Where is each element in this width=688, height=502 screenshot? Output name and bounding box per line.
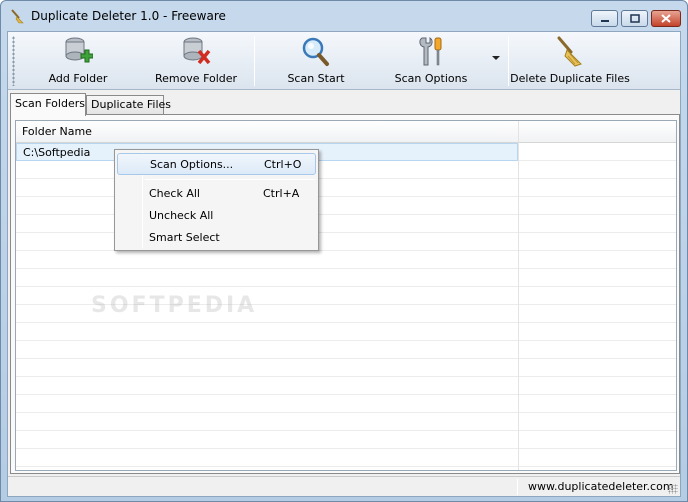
maximize-icon (629, 14, 640, 23)
scan-options-dropdown-icon[interactable] (492, 56, 500, 60)
toolbar-separator (254, 36, 255, 86)
table-row (16, 395, 676, 413)
status-bar: www.duplicatedeleter.com (8, 476, 680, 496)
maximize-button[interactable] (621, 10, 648, 27)
tools-icon (419, 37, 442, 66)
softpedia-watermark: SOFTPEDIA (91, 293, 258, 318)
minimize-icon (600, 19, 609, 22)
column-header-folder-name[interactable]: Folder Name (22, 125, 92, 138)
table-row (16, 413, 676, 431)
toolbar-grip[interactable] (12, 36, 15, 86)
minimize-button[interactable] (591, 10, 618, 27)
window-title: Duplicate Deleter 1.0 - Freeware (31, 9, 226, 23)
folder-path-cell: C:\Softpedia (23, 146, 91, 159)
table-row (16, 251, 676, 269)
tab-label: Duplicate Files (91, 98, 172, 111)
tab-duplicate-files[interactable]: Duplicate Files (86, 95, 171, 115)
delete-duplicates-label: Delete Duplicate Files (510, 72, 630, 85)
tab-scan-folders[interactable]: Scan Folders (10, 93, 86, 116)
broom-icon (557, 36, 582, 67)
close-icon (661, 14, 671, 23)
status-separator (517, 479, 518, 495)
resize-grip[interactable] (668, 484, 678, 494)
table-row (16, 377, 676, 395)
grid-header: Folder Name (16, 121, 676, 143)
toolbar: Add Folder Remove Folder Scan Start Scan… (8, 32, 680, 90)
context-menu: Scan Options... Ctrl+O Check All Ctrl+A … (114, 149, 319, 251)
table-row (16, 359, 676, 377)
menu-item-shortcut: Ctrl+O (264, 158, 302, 171)
menu-item-label: Check All (149, 187, 200, 200)
menu-item-shortcut: Ctrl+A (263, 187, 300, 200)
remove-folder-icon (183, 37, 211, 65)
menu-item-label: Scan Options... (150, 158, 234, 171)
delete-duplicates-button[interactable]: Delete Duplicate Files (510, 34, 630, 88)
add-folder-label: Add Folder (48, 72, 108, 85)
tab-panel: Folder Name C:\Softpedia SOFTPEDIA (10, 114, 680, 474)
menu-item-scan-options[interactable]: Scan Options... Ctrl+O (117, 153, 316, 175)
menu-item-uncheck-all[interactable]: Uncheck All (117, 205, 316, 227)
client-area: Add Folder Remove Folder Scan Start Scan… (7, 31, 681, 497)
menu-item-smart-select[interactable]: Smart Select (117, 227, 316, 249)
remove-folder-button[interactable]: Remove Folder (154, 34, 238, 88)
table-row (16, 269, 676, 287)
column-divider[interactable] (518, 121, 519, 470)
menu-separator (145, 179, 315, 180)
table-row (16, 341, 676, 359)
remove-folder-label: Remove Folder (154, 72, 238, 85)
scan-options-button[interactable]: Scan Options (394, 34, 468, 88)
toolbar-separator (508, 36, 509, 86)
table-row (16, 449, 676, 467)
close-button[interactable] (651, 10, 681, 27)
table-row (16, 431, 676, 449)
menu-item-label: Uncheck All (149, 209, 214, 222)
table-row (16, 323, 676, 341)
website-link[interactable]: www.duplicatedeleter.com (528, 480, 674, 493)
magnifier-icon (302, 37, 329, 66)
title-bar[interactable]: Duplicate Deleter 1.0 - Freeware (1, 1, 687, 31)
broom-icon (11, 9, 24, 24)
scan-start-label: Scan Start (287, 72, 345, 85)
scan-start-button[interactable]: Scan Start (286, 34, 346, 88)
menu-item-check-all[interactable]: Check All Ctrl+A (117, 183, 316, 205)
add-folder-button[interactable]: Add Folder (48, 34, 108, 88)
add-folder-icon (65, 37, 93, 63)
tab-label: Scan Folders (15, 97, 85, 110)
scan-options-label: Scan Options (394, 72, 468, 85)
app-window: Duplicate Deleter 1.0 - Freeware Add Fol… (0, 0, 688, 502)
menu-item-label: Smart Select (149, 231, 220, 244)
